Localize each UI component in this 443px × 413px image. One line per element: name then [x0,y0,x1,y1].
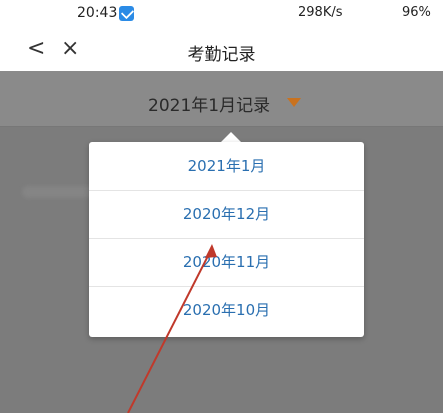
dropdown-item[interactable]: 2020年11月 [89,238,364,287]
caret-down-icon[interactable] [287,98,301,107]
popup-arrow [221,132,241,142]
battery-level: 96% [402,5,431,20]
month-dropdown: 2021年1月 2020年12月 2020年11月 2020年10月 [89,142,364,337]
dropdown-item[interactable]: 2021年1月 [89,142,364,191]
network-speed: 298K/s [298,5,343,20]
dropdown-item[interactable]: 2020年10月 [89,286,364,334]
status-time: 20:43 [77,5,118,21]
nav-bar: < × 考勤记录 [0,30,443,71]
month-label[interactable]: 2021年1月记录 [148,91,270,116]
page-title: 考勤记录 [187,45,256,65]
app-notification-icon [119,6,134,21]
dropdown-item[interactable]: 2020年12月 [89,190,364,239]
status-bar: 20:43 298K/s 96% [0,0,443,30]
signal-icons [348,6,352,19]
month-selector[interactable]: 2021年1月记录 [0,71,443,127]
